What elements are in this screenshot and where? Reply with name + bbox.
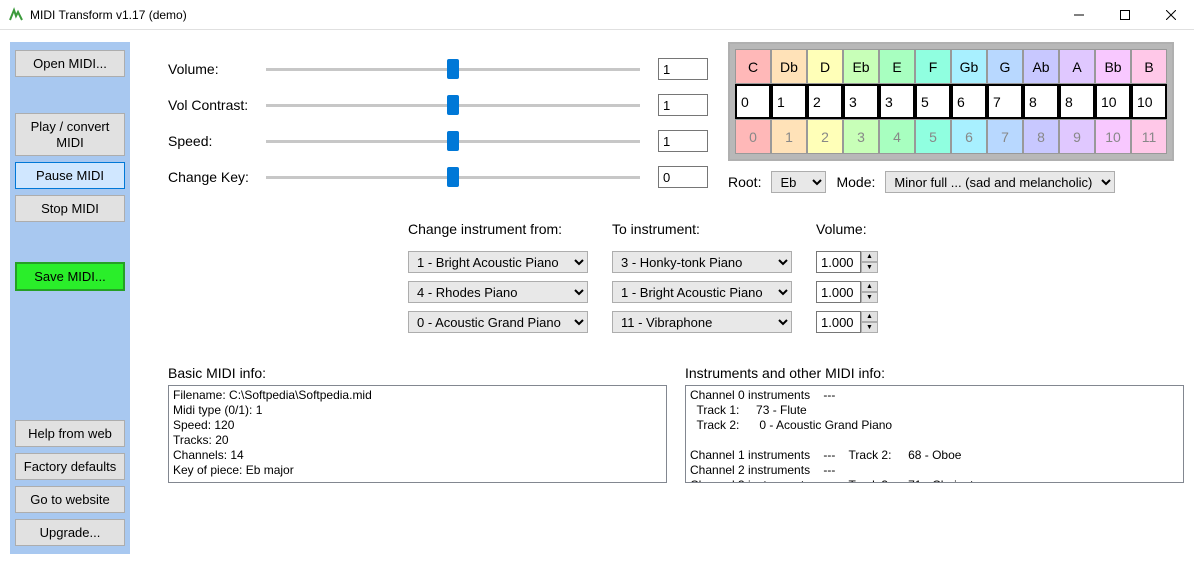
slider-1[interactable] (266, 95, 640, 115)
keygrid-note: E (879, 49, 915, 84)
keygrid-note: Bb (1095, 49, 1131, 84)
help-button[interactable]: Help from web (15, 420, 125, 447)
keygrid-note: Ab (1023, 49, 1059, 84)
slider-value-2[interactable] (658, 130, 708, 152)
basic-info-title: Basic MIDI info: (168, 365, 667, 381)
spin-up-icon[interactable]: ▲ (861, 281, 878, 292)
slider-value-1[interactable] (658, 94, 708, 116)
keygrid-value[interactable]: 8 (1023, 84, 1059, 119)
inst-vol-0[interactable]: ▲▼ (816, 251, 878, 273)
slider-value-0[interactable] (658, 58, 708, 80)
slider-label-3: Change Key: (168, 169, 266, 185)
inst-vol-1[interactable]: ▲▼ (816, 281, 878, 303)
factory-defaults-button[interactable]: Factory defaults (15, 453, 125, 480)
slider-0[interactable] (266, 59, 640, 79)
app-icon (8, 7, 24, 23)
slider-label-1: Vol Contrast: (168, 97, 266, 113)
keygrid-note: Db (771, 49, 807, 84)
keygrid-index: 3 (843, 119, 879, 154)
basic-info-textarea[interactable]: Filename: C:\Softpedia\Softpedia.mid Mid… (168, 385, 667, 483)
keygrid-value[interactable]: 7 (987, 84, 1023, 119)
keygrid-index: 0 (735, 119, 771, 154)
play-convert-button[interactable]: Play / convert MIDI (15, 113, 125, 156)
slider-label-0: Volume: (168, 61, 266, 77)
keygrid-index: 11 (1131, 119, 1167, 154)
spin-up-icon[interactable]: ▲ (861, 251, 878, 262)
keygrid-index: 5 (915, 119, 951, 154)
root-select[interactable]: Eb (771, 171, 826, 193)
slider-value-3[interactable] (658, 166, 708, 188)
root-label: Root: (728, 174, 761, 190)
keygrid-index: 6 (951, 119, 987, 154)
keygrid-index: 8 (1023, 119, 1059, 154)
inst-to-1[interactable]: 1 - Bright Acoustic Piano (612, 281, 792, 303)
pause-midi-button[interactable]: Pause MIDI (15, 162, 125, 189)
keygrid-value[interactable]: 0 (735, 84, 771, 119)
keygrid-value[interactable]: 6 (951, 84, 987, 119)
keygrid-note: B (1131, 49, 1167, 84)
instruments-info-title: Instruments and other MIDI info: (685, 365, 1184, 381)
inst-from-2[interactable]: 0 - Acoustic Grand Piano (408, 311, 588, 333)
maximize-button[interactable] (1102, 0, 1148, 30)
keygrid-note: G (987, 49, 1023, 84)
keygrid-value[interactable]: 3 (843, 84, 879, 119)
inst-to-2[interactable]: 11 - Vibraphone (612, 311, 792, 333)
inst-from-1[interactable]: 4 - Rhodes Piano (408, 281, 588, 303)
keygrid-index: 2 (807, 119, 843, 154)
mode-label: Mode: (836, 174, 875, 190)
keygrid-index: 10 (1095, 119, 1131, 154)
keygrid-index: 9 (1059, 119, 1095, 154)
keygrid-note: D (807, 49, 843, 84)
keygrid-note: F (915, 49, 951, 84)
keygrid-value[interactable]: 10 (1095, 84, 1131, 119)
inst-to-0[interactable]: 3 - Honky-tonk Piano (612, 251, 792, 273)
keygrid-value[interactable]: 2 (807, 84, 843, 119)
mode-select[interactable]: Minor full ... (sad and melancholic) (885, 171, 1115, 193)
keygrid-value[interactable]: 3 (879, 84, 915, 119)
slider-3[interactable] (266, 167, 640, 187)
keygrid-note: A (1059, 49, 1095, 84)
keygrid-index: 7 (987, 119, 1023, 154)
keygrid-note: C (735, 49, 771, 84)
slider-2[interactable] (266, 131, 640, 151)
keygrid-value[interactable]: 5 (915, 84, 951, 119)
inst-to-label: To instrument: (612, 221, 792, 243)
close-button[interactable] (1148, 0, 1194, 30)
spin-down-icon[interactable]: ▼ (861, 262, 878, 273)
inst-from-0[interactable]: 1 - Bright Acoustic Piano (408, 251, 588, 273)
spin-up-icon[interactable]: ▲ (861, 311, 878, 322)
keygrid-value[interactable]: 8 (1059, 84, 1095, 119)
inst-vol-2[interactable]: ▲▼ (816, 311, 878, 333)
open-midi-button[interactable]: Open MIDI... (15, 50, 125, 77)
keygrid-index: 4 (879, 119, 915, 154)
website-button[interactable]: Go to website (15, 486, 125, 513)
save-midi-button[interactable]: Save MIDI... (15, 262, 125, 291)
keygrid-note: Gb (951, 49, 987, 84)
keygrid-value[interactable]: 10 (1131, 84, 1167, 119)
inst-vol-label: Volume: (816, 221, 878, 243)
instruments-info-textarea[interactable]: Channel 0 instruments --- Track 1: 73 - … (685, 385, 1184, 483)
spin-down-icon[interactable]: ▼ (861, 292, 878, 303)
keygrid-index: 1 (771, 119, 807, 154)
sidebar: Open MIDI... Play / convert MIDI Pause M… (10, 42, 130, 554)
inst-from-label: Change instrument from: (408, 221, 588, 243)
key-grid: CDbDEbEFGbGAbABbB01233567881010012345678… (728, 42, 1174, 161)
keygrid-note: Eb (843, 49, 879, 84)
slider-label-2: Speed: (168, 133, 266, 149)
stop-midi-button[interactable]: Stop MIDI (15, 195, 125, 222)
minimize-button[interactable] (1056, 0, 1102, 30)
upgrade-button[interactable]: Upgrade... (15, 519, 125, 546)
window-title: MIDI Transform v1.17 (demo) (30, 8, 1056, 22)
spin-down-icon[interactable]: ▼ (861, 322, 878, 333)
keygrid-value[interactable]: 1 (771, 84, 807, 119)
